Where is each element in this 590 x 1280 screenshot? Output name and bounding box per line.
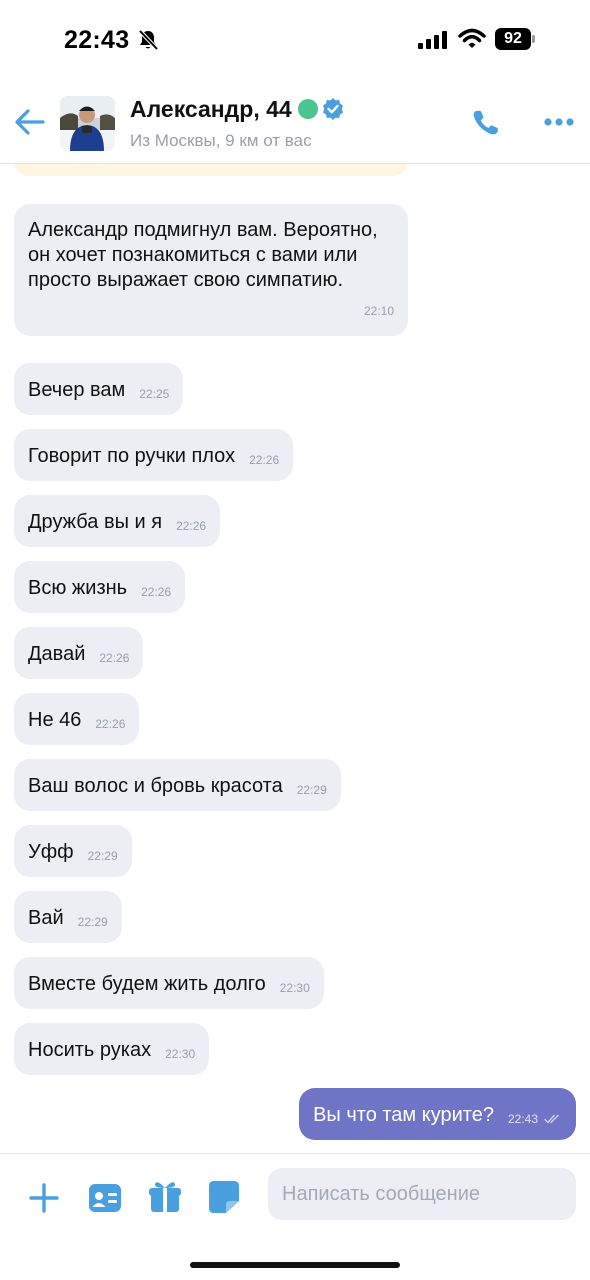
status-bar: 22:43 92 [0,0,590,80]
contact-card-icon[interactable] [88,1182,122,1214]
message-bubble[interactable]: Александр подмигнул вам. Вероятно, он хо… [14,204,408,336]
message-time: 22:10 [363,304,394,318]
message-text: Вай [28,906,64,929]
message-text: Вы что там курите? [313,1103,494,1126]
message-time: 22:26 [141,584,172,599]
message-text: Уфф [28,840,74,863]
message-text: Вместе будем жить долго [28,972,266,995]
message-time: 22:26 [99,650,130,665]
message-bubble[interactable]: Не 46 22:26 [14,693,140,745]
message-bubble[interactable]: Уфф 22:29 [14,825,132,877]
signal-icon [418,31,447,49]
message-bubble[interactable]: Ваш волос и бровь красота 22:29 [14,759,341,811]
message-time: 22:29 [77,914,108,929]
online-indicator [298,99,318,119]
verified-icon [323,98,343,120]
message-time: 22:25 [139,386,170,401]
status-time: 22:43 [64,26,130,54]
message-time: 22:29 [296,782,327,797]
message-time: 22:30 [165,1046,196,1061]
phone-icon[interactable] [470,107,502,139]
message-time: 22:26 [176,518,207,533]
sticker-icon[interactable] [208,1180,240,1214]
message-time: 22:29 [87,848,118,863]
home-indicator[interactable] [190,1262,400,1268]
gift-icon[interactable] [148,1180,182,1214]
back-arrow-icon[interactable] [14,108,46,136]
read-ticks-icon [544,1114,559,1123]
message-bubble[interactable]: Говорит по ручки плох 22:26 [14,429,294,481]
more-icon[interactable] [543,116,575,128]
message-time: 22:26 [249,452,280,467]
chat-header: Александр, 44 Из Москвы, 9 км от вас [0,80,590,164]
battery-level: 92 [495,28,531,50]
outgoing-message-bubble[interactable]: Вы что там курите? 22:43 [299,1088,576,1140]
message-composer [0,1153,590,1243]
message-bubble[interactable]: Дружба вы и я 22:26 [14,495,221,547]
message-bubble[interactable]: Вместе будем жить долго 22:30 [14,957,324,1009]
message-text: Ваш волос и бровь красота [28,774,283,797]
message-text: Давай [28,642,86,665]
message-text: Вечер вам [28,378,126,401]
contact-location: Из Москвы, 9 км от вас [130,131,312,150]
message-input[interactable] [268,1168,576,1220]
message-text: Не 46 [28,708,82,731]
battery-icon: 92 [495,28,535,50]
message-list[interactable]: Александр подмигнул вам. Вероятно, он хо… [0,164,590,1154]
message-text: Носить руках [28,1038,152,1061]
bell-slash-icon [138,29,159,51]
plus-icon[interactable] [28,1182,60,1214]
message-time: 22:43 [507,1111,538,1126]
message-bubble[interactable]: Всю жизнь 22:26 [14,561,186,613]
wifi-icon [458,28,486,48]
message-text: Дружба вы и я [28,510,163,533]
message-bubble[interactable]: Вечер вам 22:25 [14,363,184,415]
message-text: Александр подмигнул вам. Вероятно, он хо… [28,219,378,291]
contact-name[interactable]: Александр, 44 [130,96,292,123]
message-time: 22:26 [95,716,126,731]
message-bubble[interactable]: Вай 22:29 [14,891,122,943]
message-bubble[interactable]: Носить руках 22:30 [14,1023,210,1075]
message-bubble[interactable]: Давай 22:26 [14,627,144,679]
avatar[interactable] [60,96,115,151]
message-time: 22:30 [279,980,310,995]
previous-card-edge [14,164,408,176]
message-text: Говорит по ручки плох [28,444,236,467]
message-text: Всю жизнь [28,576,128,599]
